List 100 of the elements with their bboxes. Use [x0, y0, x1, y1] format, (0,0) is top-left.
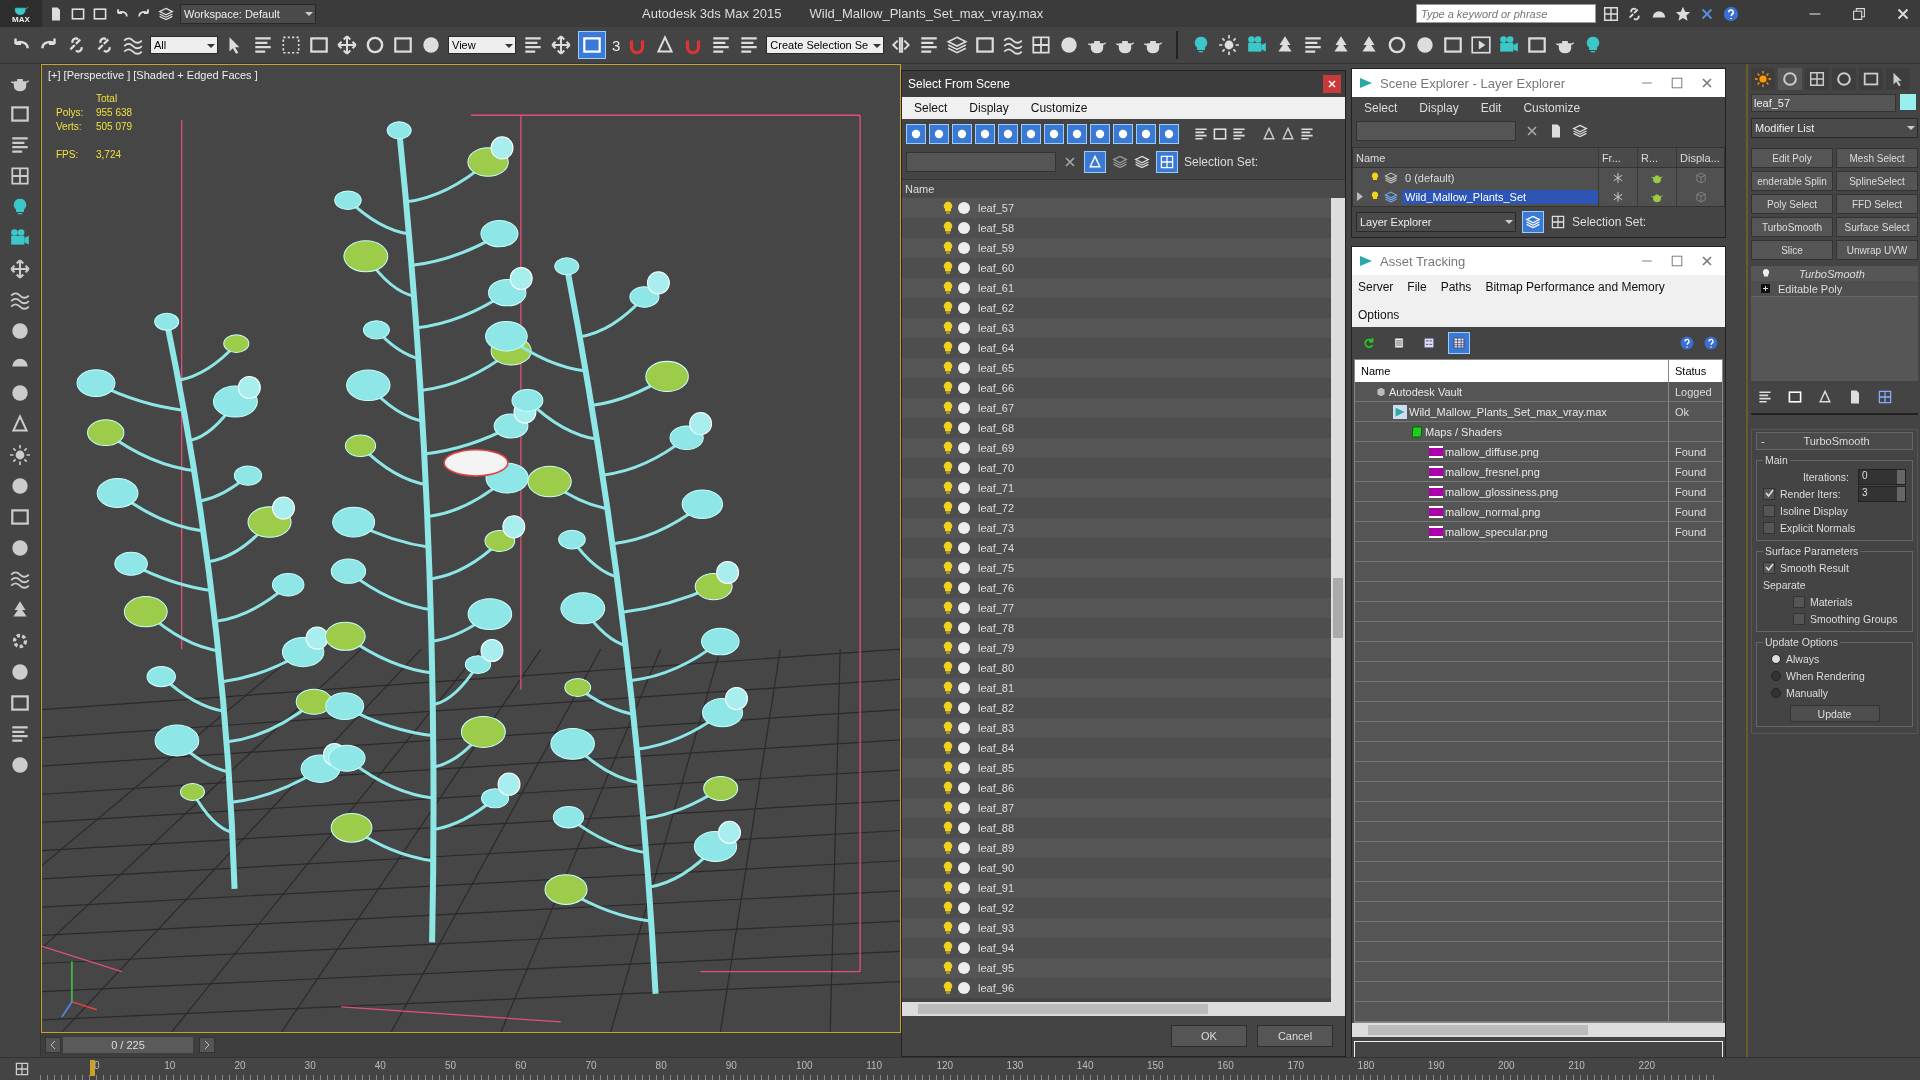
bulb-icon[interactable]	[942, 801, 954, 815]
modifier-button[interactable]: SplineSelect	[1836, 171, 1918, 191]
modifier-button[interactable]: Edit Poly	[1751, 148, 1833, 168]
object-list-item[interactable]: leaf_89	[902, 838, 1331, 858]
object-list-item[interactable]: leaf_82	[902, 698, 1331, 718]
sphere-icon[interactable]	[9, 537, 31, 559]
sphere-icon[interactable]	[9, 382, 31, 404]
bulb-icon[interactable]	[942, 601, 954, 615]
modifier-button[interactable]: TurboSmooth	[1751, 217, 1833, 237]
object-list-item[interactable]: leaf_96	[902, 978, 1331, 998]
bulb-icon[interactable]	[942, 941, 954, 955]
object-list-item[interactable]: leaf_64	[902, 338, 1331, 358]
object-list-item[interactable]: leaf_95	[902, 958, 1331, 978]
modifier-button[interactable]: FFD Select	[1836, 194, 1918, 214]
selected-leaf-drawing[interactable]	[443, 448, 509, 477]
list-icon[interactable]	[9, 134, 31, 156]
reference-coordinate-dropdown[interactable]: View	[448, 36, 516, 54]
object-name-field[interactable]: leaf_57	[1751, 94, 1896, 112]
dashed-square-icon[interactable]	[280, 34, 302, 56]
menu-item[interactable]: Customize	[1523, 101, 1581, 115]
object-list-item[interactable]: leaf_66	[902, 378, 1331, 398]
sphere-icon[interactable]	[9, 320, 31, 342]
bulb-icon[interactable]	[942, 321, 954, 335]
grid-icon[interactable]	[9, 165, 31, 187]
snap-toggle[interactable]: 3	[612, 36, 621, 54]
bulb-icon[interactable]	[942, 361, 954, 375]
bulb-icon[interactable]	[942, 921, 954, 935]
square-icon[interactable]	[1212, 126, 1228, 142]
bulb-icon[interactable]	[942, 381, 954, 395]
object-list-item[interactable]: leaf_77	[902, 598, 1331, 618]
list-icon[interactable]	[1231, 126, 1247, 142]
menu-item[interactable]: File	[1407, 280, 1427, 294]
object-list-item[interactable]: leaf_63	[902, 318, 1331, 338]
current-frame-marker[interactable]	[90, 1060, 95, 1076]
object-list-item[interactable]: leaf_62	[902, 298, 1331, 318]
selection-filter-dropdown[interactable]: All	[150, 36, 218, 54]
bulb-icon[interactable]	[942, 401, 954, 415]
plant-wireframe-drawing[interactable]	[485, 257, 748, 994]
object-list-item[interactable]: leaf_58	[902, 218, 1331, 238]
bulb-icon[interactable]	[942, 681, 954, 695]
bulb-icon[interactable]	[942, 981, 954, 995]
bulb-icon[interactable]	[1761, 267, 1771, 280]
object-list-item[interactable]: leaf_78	[902, 618, 1331, 638]
viewport-label[interactable]: [+] [Perspective ] [Shaded + Edged Faces ]	[48, 69, 258, 81]
object-list-item[interactable]: leaf_70	[902, 458, 1331, 478]
radio-button[interactable]	[1771, 653, 1781, 664]
checkbox[interactable]	[1763, 561, 1775, 574]
square-icon[interactable]	[308, 34, 330, 56]
object-list-item[interactable]: leaf_76	[902, 578, 1331, 598]
object-list-item[interactable]: leaf_71	[902, 478, 1331, 498]
column-header[interactable]: Displa...	[1677, 148, 1724, 167]
window-icon[interactable]	[974, 34, 997, 56]
layer-row[interactable]: Wild_Mallow_Plants_Set	[1353, 187, 1724, 206]
sphere-icon[interactable]	[9, 661, 31, 683]
bulb-icon[interactable]	[942, 781, 954, 795]
bulb-icon[interactable]	[942, 641, 954, 655]
monitor-icon[interactable]	[1862, 70, 1880, 88]
frame-icon[interactable]	[1442, 34, 1465, 56]
object-list-item[interactable]: leaf_83	[902, 718, 1331, 738]
list-icon[interactable]	[252, 34, 274, 56]
bulb-icon[interactable]	[942, 561, 954, 575]
object-list-item[interactable]: leaf_92	[902, 898, 1331, 918]
object-list-item[interactable]: leaf_60	[902, 258, 1331, 278]
burst-icon[interactable]	[1754, 70, 1772, 88]
bulb-icon[interactable]	[942, 741, 954, 755]
move-icon[interactable]	[336, 34, 358, 56]
previous-frame-button[interactable]	[45, 1037, 61, 1053]
workspace-dropdown[interactable]: Workspace: Default	[180, 3, 316, 24]
sun-icon[interactable]	[1218, 34, 1241, 56]
bulb-icon[interactable]	[942, 301, 954, 315]
layers-icon[interactable]	[1112, 154, 1128, 170]
asset-name[interactable]: Autodesk Vault	[1389, 385, 1463, 398]
asset-name[interactable]: mallow_fresnel.png	[1445, 465, 1540, 478]
object-list-item[interactable]: leaf_68	[902, 418, 1331, 438]
object-list-item[interactable]: leaf_57	[902, 198, 1331, 218]
search-field[interactable]: Type a keyword or phrase	[1416, 4, 1596, 23]
window-icon[interactable]	[1526, 34, 1549, 56]
object-list-item[interactable]: leaf_91	[902, 878, 1331, 898]
layer-row[interactable]: 0 (default)	[1353, 168, 1724, 187]
dialog-button[interactable]: Cancel	[1257, 1025, 1333, 1047]
checkbox[interactable]	[1793, 595, 1805, 608]
asset-name[interactable]: mallow_specular.png	[1445, 525, 1548, 538]
object-list-item[interactable]: leaf_74	[902, 538, 1331, 558]
object-list-item[interactable]: leaf_75	[902, 558, 1331, 578]
asset-name[interactable]: mallow_glossiness.png	[1445, 485, 1559, 498]
layers-icon[interactable]	[946, 34, 969, 56]
viewport[interactable]: [+] [Perspective ] [Shaded + Edged Faces ] Total Polys: 955 638 Verts: 505 079 FPS: 3,724	[41, 64, 901, 1033]
object-list-item[interactable]: leaf_85	[902, 758, 1331, 778]
mirror-icon[interactable]	[890, 34, 913, 56]
play-icon[interactable]	[1470, 34, 1493, 56]
time-slider[interactable]: 0 / 225	[63, 1037, 193, 1053]
box-icon[interactable]	[9, 506, 31, 528]
column-header[interactable]: R...	[1638, 148, 1678, 167]
bulb-icon[interactable]	[942, 201, 954, 215]
checkbox[interactable]	[1763, 487, 1775, 500]
modifier-list-dropdown[interactable]: Modifier List	[1751, 118, 1918, 138]
checkbox[interactable]	[1763, 504, 1775, 517]
expand-icon[interactable]	[1761, 284, 1770, 293]
object-list-item[interactable]: leaf_73	[902, 518, 1331, 538]
dialog-button[interactable]: OK	[1171, 1025, 1247, 1047]
